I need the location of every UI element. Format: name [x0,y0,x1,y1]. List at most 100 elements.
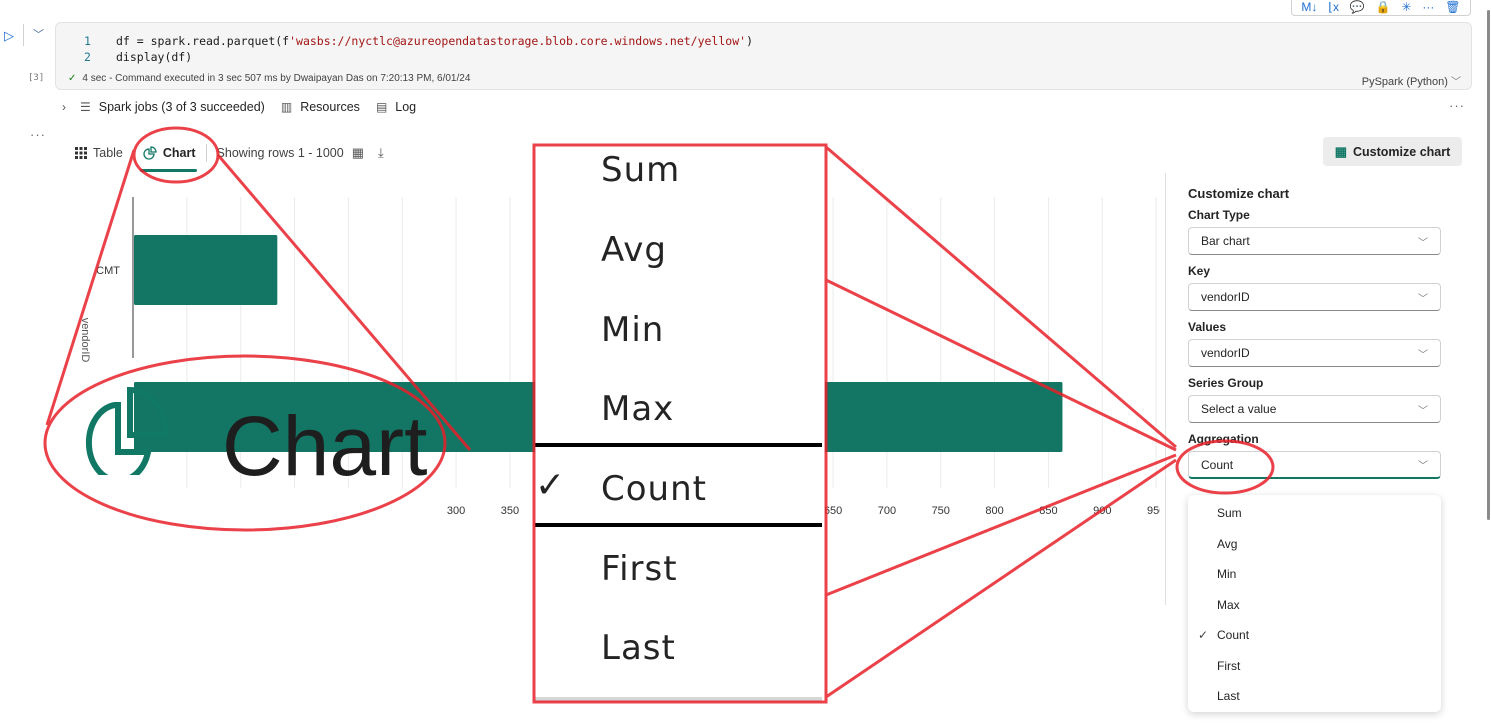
check-icon: ✓ [68,73,77,84]
gutter-divider [23,24,24,46]
aggregation-dropdown: Sum Avg Min Max ✓ Count First Last [1188,495,1441,712]
magnified-option: Min [601,310,665,350]
add-comment-icon[interactable]: 💬 [1350,1,1365,13]
highlight-rule [535,443,822,447]
pie-chart-icon [143,146,157,160]
option-sum[interactable]: Sum [1217,506,1242,520]
select-value: vendorID [1201,346,1250,360]
code-string: 'wasbs://nyctlc@azureopendatastorage.blo… [289,34,747,48]
status-duration: 4 sec [82,73,107,84]
tab-divider [205,144,207,162]
chevron-down-icon: ﹀ [1418,293,1428,305]
select-value: Select a value [1201,402,1277,416]
field-label: Chart Type [1188,208,1250,222]
x-tick-label: 800 [985,505,1003,517]
grid-icon [75,147,87,159]
code-line-1[interactable]: df = spark.read.parquet(f'wasbs://nyctlc… [116,34,753,48]
x-tick-label: 900 [1093,505,1111,517]
panel-divider [1165,173,1166,605]
customize-chart-label: Customize chart [1353,144,1451,159]
rows-info: Showing rows 1 - 1000 [216,146,344,160]
magnified-option: Last [601,628,676,668]
magnified-dropdown-callout: Sum Avg Min Max ✓ Count First Last [535,146,825,702]
lock-icon[interactable]: 🔒 [1376,1,1391,13]
field-label: Aggregation [1188,432,1259,446]
tab-chart-label: Chart [162,146,196,160]
option-max[interactable]: Max [1217,598,1240,612]
field-series-group: Series Group Select a value ﹀ [1188,376,1441,423]
chart-settings-icon[interactable]: ▦ [352,145,364,161]
run-cell-button[interactable]: ▷ [4,28,14,44]
spark-jobs-link[interactable]: Spark jobs (3 of 3 succeeded) [99,100,265,114]
resources-icon: ▥ [280,100,293,114]
freeze-icon[interactable]: ✳ [1401,1,1411,13]
option-count[interactable]: Count [1217,628,1249,642]
field-label: Key [1188,264,1211,278]
chevron-down-icon: ﹀ [1418,461,1428,472]
chevron-down-icon: ﹀ [1418,405,1428,417]
code-text: display(df) [116,50,193,64]
log-link[interactable]: Log [395,100,416,114]
tab-table[interactable]: Table [75,143,123,163]
vertical-scrollbar[interactable] [1487,10,1490,520]
line-number: 1 [84,34,91,48]
active-tab-indicator [139,169,197,172]
customize-chart-button[interactable]: ▦ Customize chart [1323,137,1462,166]
field-label: Values [1188,320,1227,334]
magnified-scroll-edge [535,697,822,702]
select-value: Bar chart [1201,234,1250,248]
clear-output-icon[interactable]: ⌊x [1328,1,1339,13]
aggregation-select[interactable]: Count ﹀ [1188,451,1441,479]
magnified-option: Count [601,469,707,509]
chevron-down-icon: ﹀ [1418,349,1428,361]
download-icon[interactable]: ⤓ [378,145,384,161]
chevron-down-icon: ﹀ [1418,237,1428,249]
chart-settings-icon: ▦ [1334,143,1348,159]
field-label: Series Group [1188,376,1264,390]
delete-icon[interactable]: 🗑 [1445,1,1460,13]
chart-type-select[interactable]: Bar chart ﹀ [1188,227,1441,255]
series-group-select[interactable]: Select a value ﹀ [1188,395,1441,423]
log-icon: ▤ [375,100,388,114]
x-tick-label: 350 [501,505,519,517]
chevron-down-icon: ﹀ [1451,77,1461,88]
option-min[interactable]: Min [1217,567,1236,581]
spark-jobs-icon: ☰ [80,100,91,114]
execution-status: ✓ 4 sec - Command executed in 3 sec 507 m… [68,73,470,84]
magnified-option: Sum [601,150,681,190]
code-cell[interactable]: 1 df = spark.read.parquet(f'wasbs://nyct… [55,22,1472,90]
output-more-icon[interactable]: ··· [30,127,46,142]
cell-toolbar: M↓ ⌊x 💬 🔒 ✳ ··· 🗑 [1291,0,1471,16]
code-text: ) [746,34,753,48]
highlight-rule [535,523,822,527]
check-icon: ✓ [535,464,566,505]
more-options-icon[interactable]: ··· [1449,98,1465,113]
execution-count: [3] [28,73,45,83]
values-select[interactable]: vendorID ﹀ [1188,339,1441,367]
category-label: CMT [96,265,120,277]
code-line-2[interactable]: display(df) [116,50,192,64]
language-selector[interactable]: PySpark (Python) ﹀ [1362,73,1461,88]
select-value: vendorID [1201,290,1250,304]
tab-chart[interactable]: Chart [139,143,197,172]
magnified-option: Max [601,389,675,429]
expand-chevron-icon[interactable]: › [62,100,66,114]
x-tick-label: 950 [1147,505,1160,517]
panel-title: Customize chart [1188,186,1290,201]
option-first[interactable]: First [1217,659,1240,673]
magnified-option: First [601,549,678,589]
field-aggregation: Aggregation Count ﹀ [1188,432,1441,479]
resources-link[interactable]: Resources [300,100,360,114]
field-values: Values vendorID ﹀ [1188,320,1441,367]
option-avg[interactable]: Avg [1217,537,1237,551]
status-text: - Command executed in 3 sec 507 ms by Dw… [106,73,471,84]
key-select[interactable]: vendorID ﹀ [1188,283,1441,311]
more-icon[interactable]: ··· [1422,1,1434,13]
option-last[interactable]: Last [1217,689,1240,703]
x-tick-label: 850 [1039,505,1057,517]
magnified-option: Avg [601,230,667,270]
output-view-tabs: Table Chart Showing rows 1 - 1000 ▦ ⤓ [75,143,384,172]
x-tick-label: 750 [932,505,950,517]
markdown-toggle-icon[interactable]: M↓ [1301,1,1317,13]
collapse-cell-button[interactable]: ﹀ [33,26,44,42]
